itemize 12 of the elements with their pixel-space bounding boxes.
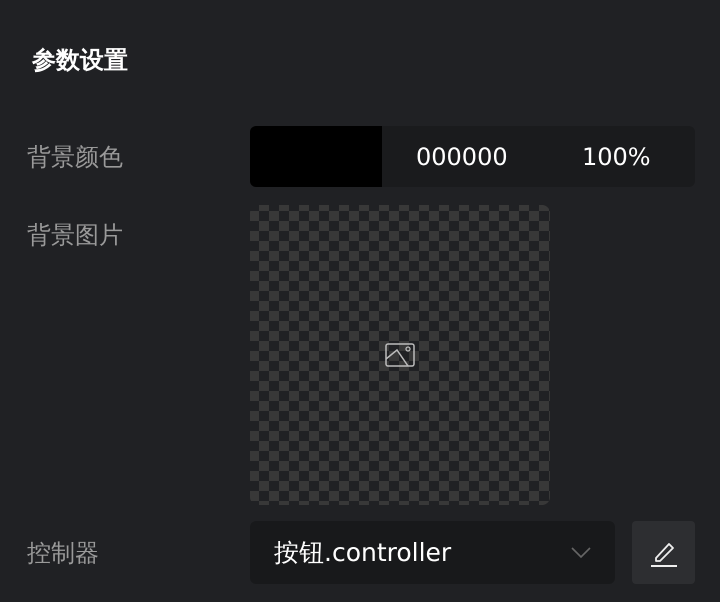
hex-value: 000000 (416, 142, 509, 170)
color-field[interactable]: 000000 100% (250, 126, 695, 187)
field-label: 控制器 (27, 538, 100, 568)
opacity-value: 100% (582, 142, 651, 170)
edit-button[interactable] (632, 521, 695, 584)
panel-title: 参数设置 (32, 45, 129, 76)
color-swatch[interactable] (250, 126, 382, 187)
chevron-down-icon (571, 546, 592, 558)
field-label: 背景颜色 (27, 142, 124, 172)
controller-select[interactable]: 按钮.controller (250, 521, 616, 584)
field-label: 背景图片 (27, 220, 124, 251)
image-icon (385, 343, 415, 367)
